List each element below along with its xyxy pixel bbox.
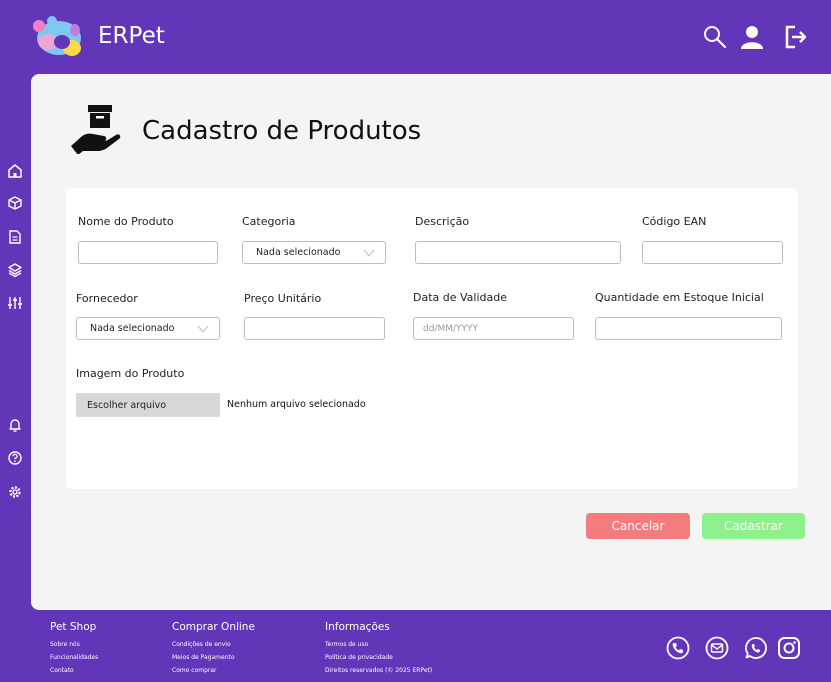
ean-label: Código EAN — [642, 215, 707, 228]
top-header: ERPet — [0, 0, 831, 74]
preco-input[interactable] — [244, 317, 385, 340]
user-icon[interactable] — [739, 24, 765, 50]
footer: Pet Shop Sobre nós Funcionalidades Conta… — [0, 610, 831, 682]
footer-col-comprar: Comprar Online Condições de envio Meios … — [172, 621, 255, 677]
help-icon[interactable] — [7, 450, 23, 466]
paw-logo — [33, 16, 81, 56]
estoque-input[interactable] — [595, 317, 782, 340]
box-icon[interactable] — [7, 195, 23, 211]
footer-link[interactable]: Meios de Pagamento — [172, 651, 255, 664]
footer-link[interactable]: Política de privacidade — [325, 651, 432, 664]
footer-col-petshop: Pet Shop Sobre nós Funcionalidades Conta… — [50, 621, 98, 677]
footer-heading: Informações — [325, 621, 390, 633]
chevron-down-icon — [363, 249, 375, 257]
fornecedor-label: Fornecedor — [76, 292, 138, 305]
descricao-label: Descrição — [415, 215, 470, 228]
box-in-hand-icon — [71, 105, 121, 154]
descricao-input[interactable] — [415, 241, 621, 264]
settings-icon[interactable] — [7, 484, 23, 500]
footer-link[interactable]: Condições de envio — [172, 638, 255, 651]
validade-placeholder: dd/MM/YYYY — [423, 323, 479, 334]
nome-input[interactable] — [78, 241, 218, 264]
main-content: Cadastro de Produtos Nome do Produto Cat… — [31, 74, 831, 610]
layers-icon[interactable] — [7, 262, 23, 278]
choose-file-button[interactable]: Escolher arquivo — [76, 393, 220, 417]
search-icon[interactable] — [702, 24, 728, 50]
validade-label: Data de Validade — [413, 291, 508, 304]
footer-link[interactable]: Termos de uso — [325, 638, 432, 651]
ean-input[interactable] — [642, 241, 783, 264]
categoria-label: Categoria — [242, 215, 296, 228]
nome-label: Nome do Produto — [78, 215, 174, 228]
footer-heading: Comprar Online — [172, 621, 255, 633]
footer-heading: Pet Shop — [50, 621, 97, 633]
brand-name: ERPet — [98, 23, 165, 49]
estoque-label: Quantidade em Estoque Inicial — [595, 291, 764, 304]
footer-col-info: Informações Termos de uso Política de pr… — [325, 621, 432, 677]
file-status: Nenhum arquivo selecionado — [227, 399, 366, 410]
chevron-down-icon — [197, 325, 209, 333]
footer-link[interactable]: Funcionalidades — [50, 651, 98, 664]
submit-button[interactable]: Cadastrar — [702, 513, 805, 539]
whatsapp-icon[interactable] — [744, 636, 768, 660]
sliders-icon[interactable] — [7, 295, 23, 311]
footer-link[interactable]: Sobre nós — [50, 638, 98, 651]
footer-link[interactable]: Como comprar — [172, 664, 255, 677]
categoria-select[interactable]: Nada selecionado — [242, 241, 386, 264]
footer-copyright: Direitos reservados (© 2025 ERPet) — [325, 667, 433, 674]
product-form: Nome do Produto Categoria Nada seleciona… — [66, 188, 798, 489]
document-icon[interactable] — [7, 229, 23, 245]
home-icon[interactable] — [7, 163, 23, 179]
cancel-button[interactable]: Cancelar — [586, 513, 690, 539]
fornecedor-selected: Nada selecionado — [90, 323, 175, 334]
categoria-selected: Nada selecionado — [256, 247, 341, 258]
validade-input[interactable]: dd/MM/YYYY — [413, 317, 574, 340]
logout-icon[interactable] — [783, 24, 809, 50]
instagram-icon[interactable] — [777, 636, 801, 660]
preco-label: Preço Unitário — [244, 292, 322, 305]
page-title: Cadastro de Produtos — [142, 116, 422, 146]
phone-icon[interactable] — [666, 636, 690, 660]
footer-link[interactable]: Contato — [50, 664, 98, 677]
imagem-label: Imagem do Produto — [76, 367, 185, 380]
sidebar — [0, 74, 31, 610]
email-icon[interactable] — [705, 636, 729, 660]
bell-icon[interactable] — [7, 417, 23, 433]
fornecedor-select[interactable]: Nada selecionado — [76, 317, 220, 340]
